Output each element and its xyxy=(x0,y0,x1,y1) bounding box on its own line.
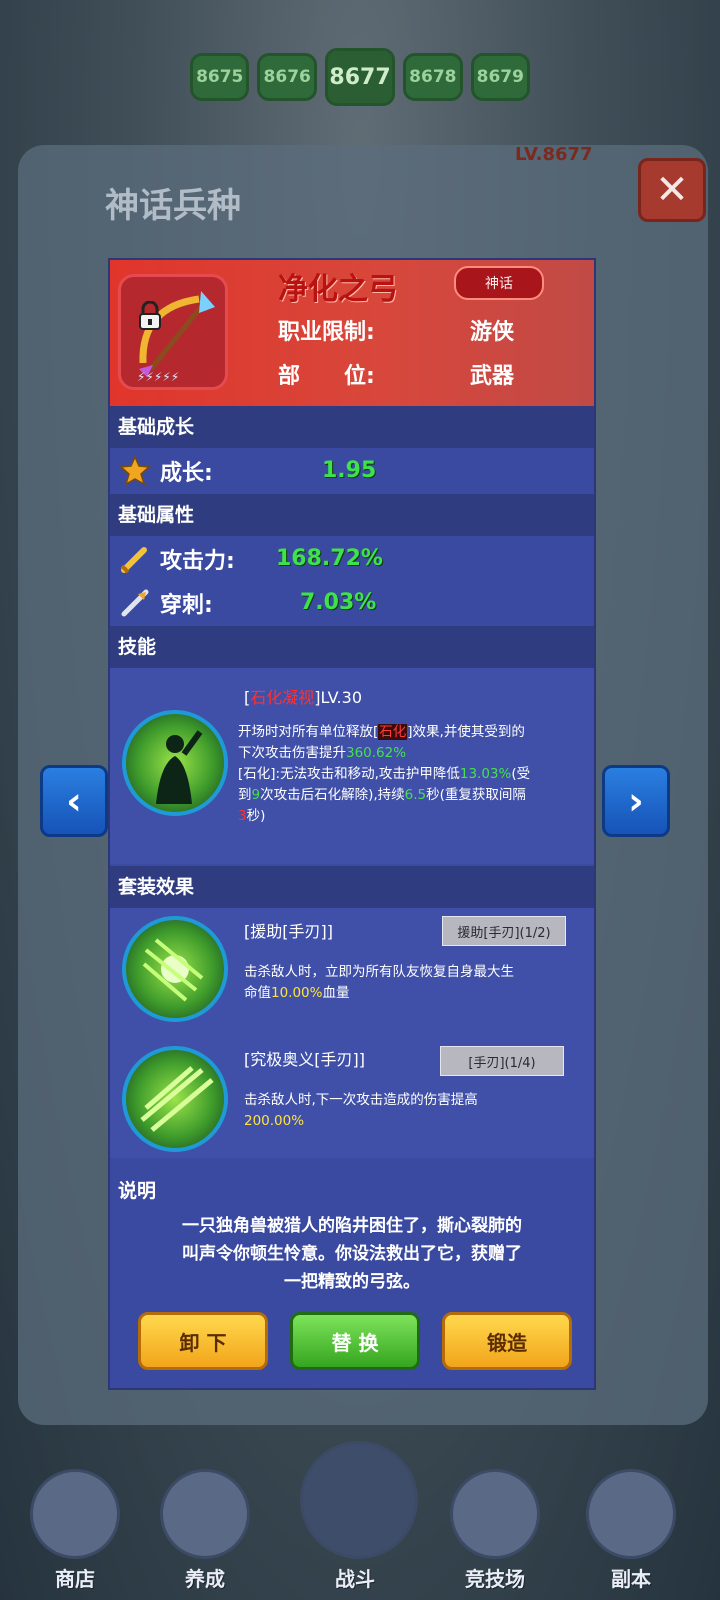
svg-text:⚡⚡⚡⚡⚡: ⚡⚡⚡⚡⚡ xyxy=(137,370,179,384)
growth-label: 成长: xyxy=(160,461,213,486)
set-effect-2: [究极奥义[手刃]] [手刃](1/4) 击杀敌人时,下一次攻击造成的伤害提高 … xyxy=(110,1034,594,1158)
forge-button[interactable]: 锻造 xyxy=(442,1312,572,1370)
set-effect-1-tag: 援助[手刃](1/2) xyxy=(442,916,566,946)
nav-arena[interactable]: 竞技场 xyxy=(440,1469,550,1592)
attributes-section-title: 基础属性 xyxy=(110,494,594,536)
pierce-label: 穿刺: xyxy=(160,593,213,618)
nav-develop-label: 养成 xyxy=(185,1567,225,1591)
pierce-row: 穿刺: xyxy=(118,586,213,620)
class-label: 职业限制: xyxy=(278,320,375,345)
nav-dungeon[interactable]: 副本 xyxy=(576,1469,686,1592)
stage-node: 8678 xyxy=(403,53,463,101)
skill-name: [石化凝视]LV.30 xyxy=(244,688,362,707)
stage-node: 8676 xyxy=(257,53,317,101)
stage-progress: 8675 8676 8677 8678 8679 xyxy=(190,48,531,106)
attack-value: 168.72% xyxy=(276,546,383,571)
hand-blade-assist-icon xyxy=(122,916,228,1022)
nav-battle[interactable]: 战斗 xyxy=(300,1441,418,1592)
nav-arena-label: 竞技场 xyxy=(465,1567,525,1591)
sword-icon xyxy=(120,547,147,574)
nav-shop[interactable]: 商店 xyxy=(20,1469,130,1592)
rarity-badge: 神话 xyxy=(454,266,544,300)
dungeon-portal-icon xyxy=(586,1469,676,1559)
set-effect-2-text: 击杀敌人时,下一次攻击造成的伤害提高 200.00% xyxy=(244,1092,478,1129)
set-effect-2-tag: [手刃](1/4) xyxy=(440,1046,564,1076)
background-panel-title: 神话兵种 xyxy=(105,186,241,226)
stage-node: 8675 xyxy=(190,53,250,101)
unequip-button[interactable]: 卸 下 xyxy=(138,1312,268,1370)
nav-shop-label: 商店 xyxy=(55,1567,95,1591)
item-header: ⚡⚡⚡⚡⚡ 净化之弓 神话 职业限制: 游侠 部 位: 武器 xyxy=(110,260,594,406)
item-description: 一只独角兽被猎人的陷井困住了，撕心裂肺的 叫声令你顿生怜意。你设法救出了它，获赠… xyxy=(182,1216,522,1292)
set-effect-1-text: 击杀敌人时，立即为所有队友恢复自身最大生 命值10.00%血量 xyxy=(244,964,514,1001)
growth-section-title: 基础成长 xyxy=(110,406,594,448)
bottom-navigation: 商店 养成 战斗 竞技场 副本 xyxy=(0,1440,720,1600)
skill-card: [石化凝视]LV.30 开场时对所有单位释放[石化]效果,并使其受到的 下次攻击… xyxy=(110,668,594,864)
gift-box-icon xyxy=(30,1469,120,1559)
next-item-button[interactable]: › xyxy=(602,765,670,837)
attack-row: 攻击力: xyxy=(118,542,235,576)
crossed-swords-icon xyxy=(300,1441,418,1559)
arena-shield-icon xyxy=(450,1469,540,1559)
nav-dungeon-label: 副本 xyxy=(611,1567,651,1591)
prev-item-button[interactable]: ‹ xyxy=(40,765,108,837)
item-name: 净化之弓 xyxy=(278,272,398,307)
set-effect-1-name: [援助[手刃]] xyxy=(244,922,333,941)
cards-icon xyxy=(160,1469,250,1559)
skill-description: 开场时对所有单位释放[石化]效果,并使其受到的 下次攻击伤害提升360.62% … xyxy=(238,724,531,824)
chevron-left-icon: ‹ xyxy=(66,779,82,823)
pierce-icon xyxy=(121,589,149,617)
ultimate-strike-icon xyxy=(122,1046,228,1152)
lock-icon xyxy=(137,300,163,331)
close-button[interactable]: ✕ xyxy=(638,158,706,222)
level-label: LV.8677 xyxy=(515,144,593,165)
replace-button[interactable]: 替 换 xyxy=(290,1312,420,1370)
petrify-gaze-icon xyxy=(122,710,228,816)
growth-row: 成长: xyxy=(118,454,213,488)
pierce-value: 7.03% xyxy=(300,590,377,615)
growth-icon xyxy=(119,455,151,486)
close-icon: ✕ xyxy=(655,167,689,213)
bow-icon: ⚡⚡⚡⚡⚡ xyxy=(118,274,228,390)
attack-label: 攻击力: xyxy=(160,549,235,574)
skill-section-title: 技能 xyxy=(110,626,594,668)
nav-battle-label: 战斗 xyxy=(335,1567,375,1591)
growth-value: 1.95 xyxy=(322,458,377,483)
description-section-title: 说明 xyxy=(118,1180,157,1202)
set-effects-section-title: 套装效果 xyxy=(110,866,594,908)
slot-label: 部 位: xyxy=(278,364,375,389)
item-detail-modal: ⚡⚡⚡⚡⚡ 净化之弓 神话 职业限制: 游侠 部 位: 武器 基础成长 成长: … xyxy=(110,260,594,1388)
set-effect-2-name: [究极奥义[手刃]] xyxy=(244,1050,365,1069)
slot-value: 武器 xyxy=(470,364,515,389)
class-value: 游侠 xyxy=(470,320,515,345)
stage-node: 8679 xyxy=(470,53,531,101)
chevron-right-icon: › xyxy=(628,779,644,823)
stage-node-current: 8677 xyxy=(324,48,396,106)
set-effect-1: [援助[手刃]] 援助[手刃](1/2) 击杀敌人时，立即为所有队友恢复自身最大… xyxy=(110,908,594,1034)
nav-develop[interactable]: 养成 xyxy=(150,1469,260,1592)
bow-graphic: ⚡⚡⚡⚡⚡ xyxy=(137,291,215,384)
